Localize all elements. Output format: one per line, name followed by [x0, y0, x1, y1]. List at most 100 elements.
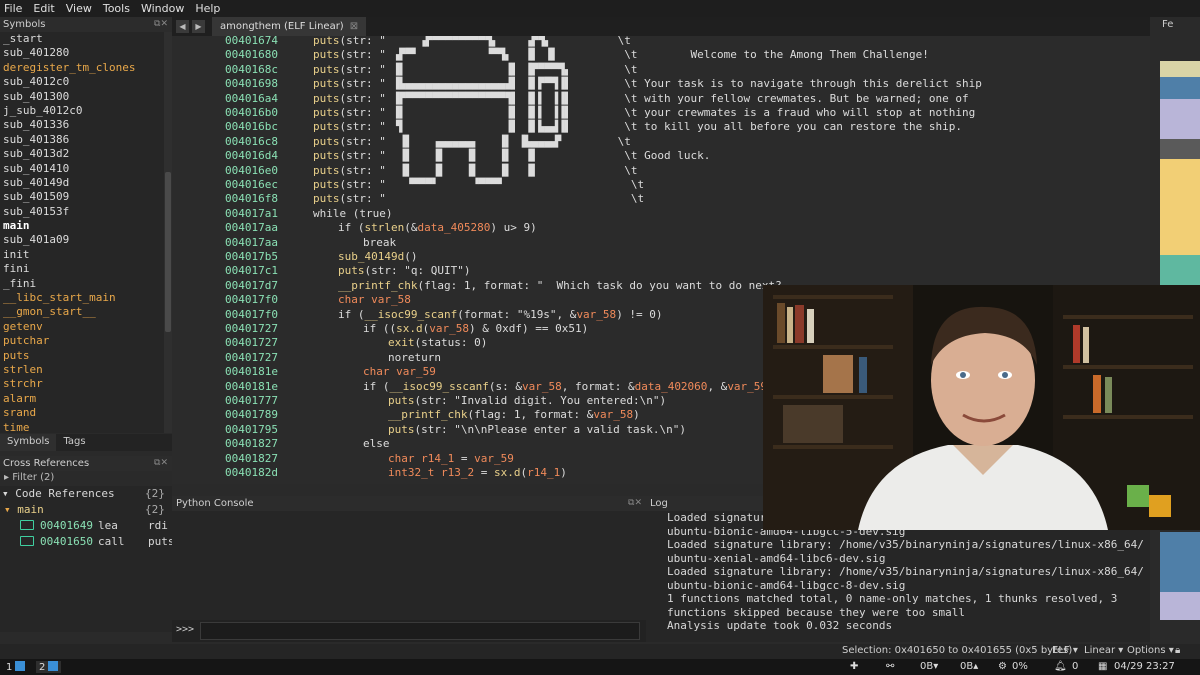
code-address[interactable]: 004016c8 [225, 135, 278, 149]
menu-window[interactable]: Window [141, 2, 184, 15]
code-address[interactable]: 00401827 [225, 452, 278, 466]
symbol-item[interactable]: sub_401509 [0, 190, 164, 204]
symbol-item[interactable]: __gmon_start__ [0, 305, 164, 319]
code-address[interactable]: 004017c1 [225, 264, 278, 278]
code-line[interactable]: 004016ec puts(str: " ▝▀▀▀▘ ▝▀▀▀▘ \t [172, 178, 1150, 192]
symbol-item[interactable]: strlen [0, 363, 164, 377]
tab-amongthem[interactable]: amongthem (ELF Linear) ⊠ [212, 17, 367, 36]
menu-tools[interactable]: Tools [103, 2, 130, 15]
code-line[interactable]: 004016d4 puts(str: " ▐▌ ▐▌ ▐▌ ▐▌ ▐▌ \t Go… [172, 149, 1150, 163]
code-line[interactable]: 004017aa if (strlen(&data_405280) u> 9) [172, 221, 1150, 235]
code-line[interactable]: 00401698 puts(str: " ▐▙▄▄▄▄▄▄▄▄▄▄▄▄▄▄▄▟▌ … [172, 77, 1150, 91]
workspace-2[interactable]: 2 [36, 661, 62, 673]
symbol-item[interactable]: getenv [0, 320, 164, 334]
float-dock-icon[interactable]: ⧉✕ [154, 17, 168, 32]
code-line[interactable]: 004016a4 puts(str: " ▐▛▀▀▀▀▀▀▀▀▀▀▀▀▀▀▀▜▌ … [172, 92, 1150, 106]
close-icon[interactable]: ⊠ [350, 21, 358, 32]
code-address[interactable]: 004016f8 [225, 192, 278, 206]
code-address[interactable]: 004016e0 [225, 164, 278, 178]
code-address[interactable]: 0040181e [225, 365, 278, 379]
float-dock-icon[interactable]: ⧉✕ [628, 496, 642, 511]
code-line[interactable]: 004017b5 sub_40149d() [172, 250, 1150, 264]
code-address[interactable]: 00401789 [225, 408, 278, 422]
symbol-item[interactable]: sub_401300 [0, 90, 164, 104]
symbol-item[interactable]: sub_4013d2 [0, 147, 164, 161]
code-address[interactable]: 004017b5 [225, 250, 278, 264]
code-address[interactable]: 004016a4 [225, 92, 278, 106]
symbol-item[interactable]: sub_40153f [0, 205, 164, 219]
options-dropdown[interactable]: Options ▾ [1127, 645, 1174, 656]
code-address[interactable]: 004017f0 [225, 293, 278, 307]
code-address[interactable]: 004016ec [225, 178, 278, 192]
menu-edit[interactable]: Edit [33, 2, 54, 15]
symbol-item[interactable]: __libc_start_main [0, 291, 164, 305]
code-address[interactable]: 00401698 [225, 77, 278, 91]
code-address[interactable]: 00401727 [225, 322, 278, 336]
float-dock-icon[interactable]: ⧉✕ [154, 456, 168, 471]
xref-row[interactable]: 00401650 call puts [20, 534, 175, 549]
code-line[interactable]: 004017c1 puts(str: "q: QUIT") [172, 264, 1150, 278]
nav-back-icon[interactable]: ◀ [176, 20, 189, 33]
symbol-item[interactable]: sub_4012c0 [0, 75, 164, 89]
code-address[interactable]: 004016d4 [225, 149, 278, 163]
code-line[interactable]: 00401674 puts(str: " ▗▛▀▀▀▀▀▀▀▀▜▖ ▗▛▜▖ \t [172, 36, 1150, 48]
scrollbar-thumb[interactable] [165, 172, 171, 332]
code-line[interactable]: 004016f8 puts(str: " \t [172, 192, 1150, 206]
tab-tags[interactable]: Tags [56, 434, 92, 451]
symbol-item[interactable]: _fini [0, 277, 164, 291]
symbol-list-scrollbar[interactable] [164, 32, 172, 433]
code-address[interactable]: 004017a1 [225, 207, 278, 221]
symbol-item[interactable]: strchr [0, 377, 164, 391]
code-address[interactable]: 0040181e [225, 380, 278, 394]
tab-symbols[interactable]: Symbols [0, 434, 57, 451]
menu-view[interactable]: View [66, 2, 92, 15]
symbol-item[interactable]: sub_401336 [0, 118, 164, 132]
code-line[interactable]: 004016c8 puts(str: " ▐▌ ▗▄▄▄▄▄▖ ▐▌ ▐▙▄▄▄▟… [172, 135, 1150, 149]
lock-icon[interactable]: 🔒︎ [1175, 645, 1180, 656]
menu-help[interactable]: Help [195, 2, 220, 15]
code-address[interactable]: 00401727 [225, 336, 278, 350]
code-line[interactable]: 004017aa break [172, 236, 1150, 250]
code-line[interactable]: 004016b0 puts(str: " ▐▌ ▐▌ ▐▌▌ ▐▐▌ \t you… [172, 106, 1150, 120]
code-address[interactable]: 004017f0 [225, 308, 278, 322]
code-line[interactable]: 0040168c puts(str: " ▐▌ ▐▌ ▐▛▀▀▀▜▖ \t [172, 63, 1150, 77]
symbol-item[interactable]: time [0, 421, 164, 433]
symbol-item[interactable]: main [0, 219, 164, 233]
code-address[interactable]: 004016bc [225, 120, 278, 134]
symbol-item[interactable]: sub_401410 [0, 162, 164, 176]
code-line[interactable]: 00401680 puts(str: " ▗▛▀▘ ▝▀▜▖ ▐▌ ▐▌ \t W… [172, 48, 1150, 62]
code-line[interactable]: 004016bc puts(str: " ▝▌ ▐▌ ▐▌▙▄▟▐▌ \t to … [172, 120, 1150, 134]
symbol-item[interactable]: alarm [0, 392, 164, 406]
menu-file[interactable]: File [4, 2, 22, 15]
symbol-item[interactable]: sub_401280 [0, 46, 164, 60]
xref-filter-toggle[interactable]: ▸ Filter (2) [0, 472, 172, 486]
symbol-item[interactable]: sub_40149d [0, 176, 164, 190]
code-address[interactable]: 00401795 [225, 423, 278, 437]
code-address[interactable]: 00401674 [225, 36, 278, 48]
symbol-item[interactable]: init [0, 248, 164, 262]
code-address[interactable]: 00401777 [225, 394, 278, 408]
code-address[interactable]: 00401727 [225, 351, 278, 365]
symbol-item[interactable]: sub_401a09 [0, 233, 164, 247]
symbol-item[interactable]: deregister_tm_clones [0, 61, 164, 75]
code-line[interactable]: 004016e0 puts(str: " ▐▌ ▐▌ ▐▌ ▐▌ ▐▌ \t [172, 164, 1150, 178]
add-icon[interactable]: ✚ [850, 661, 858, 672]
code-address[interactable]: 004017aa [225, 236, 278, 250]
bell-icon[interactable]: 🔔︎ [1054, 661, 1067, 672]
symbol-item[interactable]: j_sub_4012c0 [0, 104, 164, 118]
symbol-item[interactable]: srand [0, 406, 164, 420]
code-address[interactable]: 004016b0 [225, 106, 278, 120]
code-address[interactable]: 0040168c [225, 63, 278, 77]
file-type-dropdown[interactable]: ELF ▾ [1052, 645, 1078, 656]
view-type-dropdown[interactable]: Linear ▾ [1084, 645, 1123, 656]
xref-code-references-node[interactable]: ▾ Code References {2} [2, 486, 170, 501]
symbol-item[interactable]: puts [0, 349, 164, 363]
code-address[interactable]: 0040182d [225, 466, 278, 480]
code-address[interactable]: 004017aa [225, 221, 278, 235]
symbol-item[interactable]: _start [0, 32, 164, 46]
code-line[interactable]: 004017a1 while (true) [172, 207, 1150, 221]
python-console-input[interactable] [200, 622, 640, 640]
code-address[interactable]: 00401827 [225, 437, 278, 451]
code-address[interactable]: 00401680 [225, 48, 278, 62]
code-address[interactable]: 004017d7 [225, 279, 278, 293]
